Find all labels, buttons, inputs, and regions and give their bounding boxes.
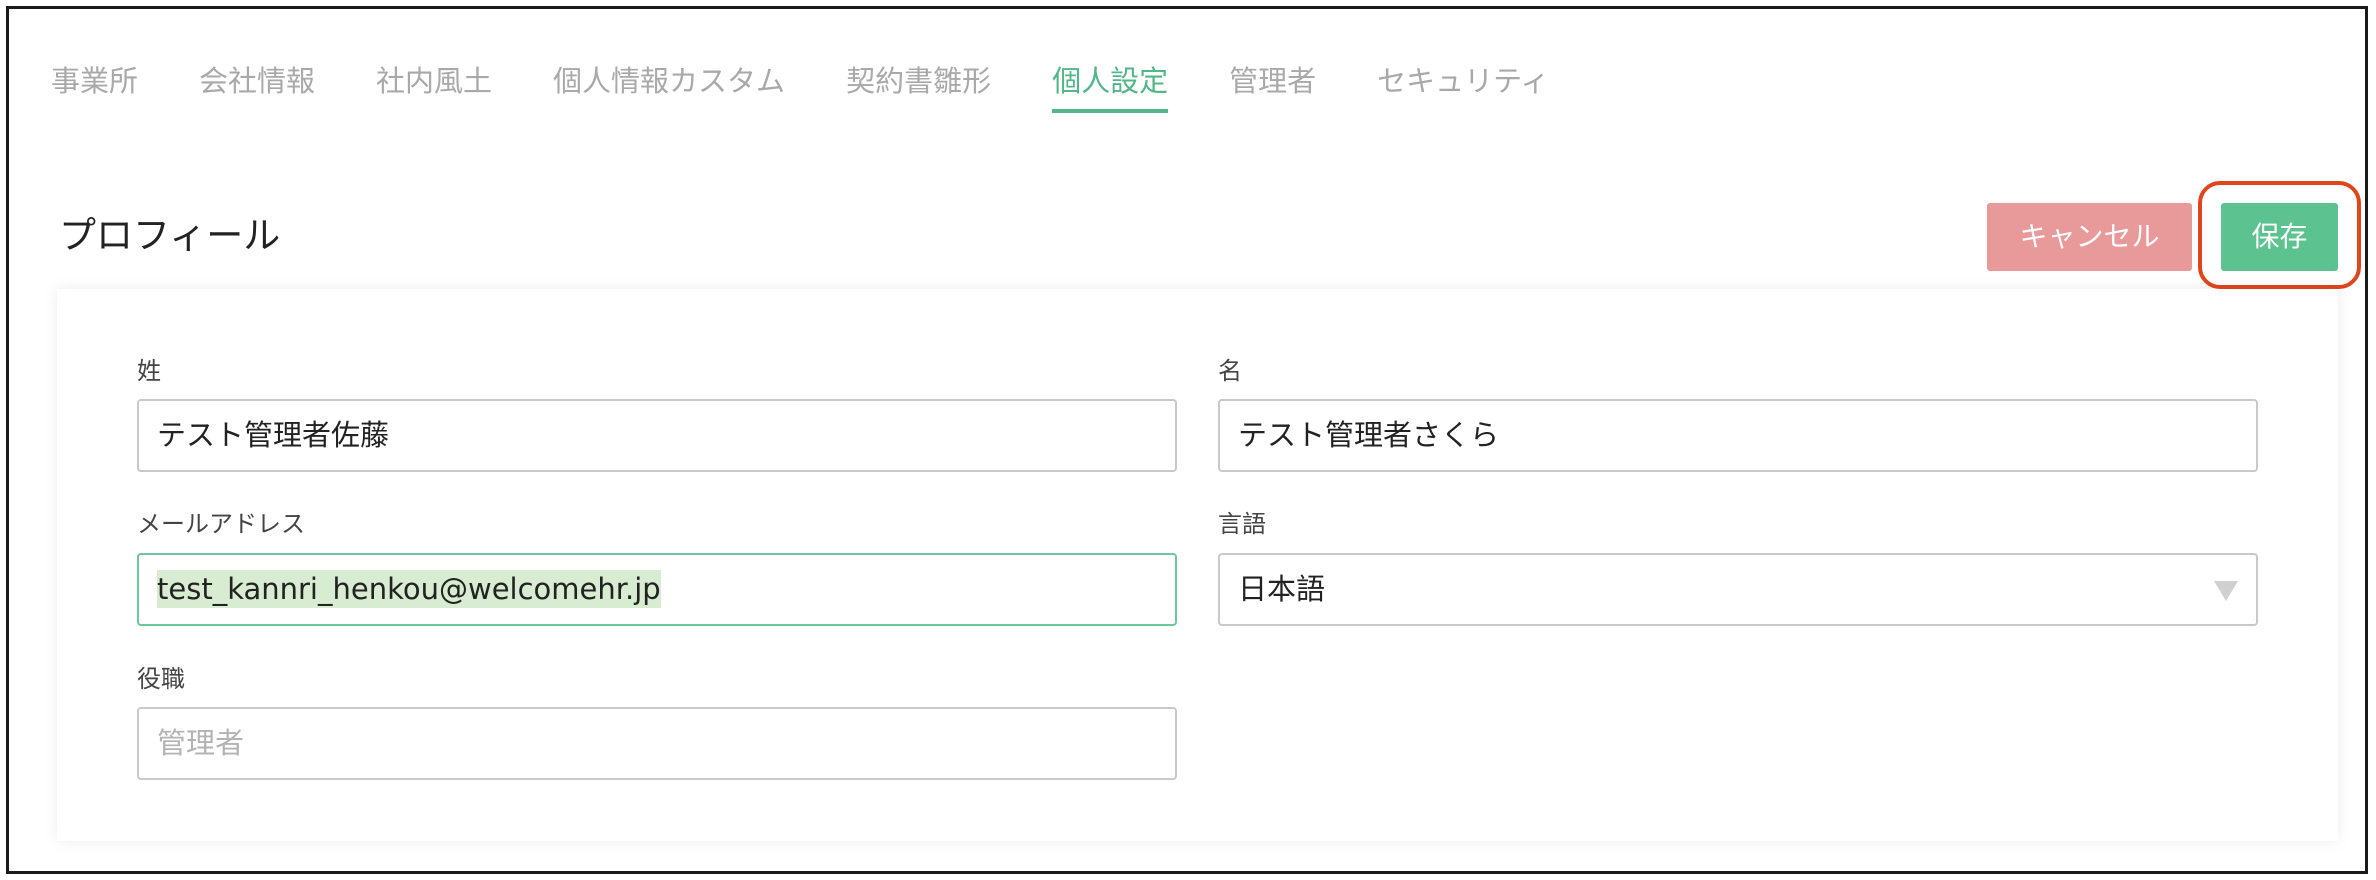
cancel-button[interactable]: キャンセル	[1987, 203, 2192, 271]
position-input[interactable]: 管理者	[137, 707, 1177, 780]
first-name-label: 名	[1218, 357, 1242, 385]
last-name-input[interactable]: テスト管理者佐藤	[137, 399, 1177, 472]
tab-office[interactable]: 事業所	[51, 59, 138, 117]
last-name-label: 姓	[137, 357, 161, 385]
language-selected-value: 日本語	[1238, 572, 1326, 606]
language-select[interactable]: 日本語	[1218, 553, 2258, 626]
language-label: 言語	[1218, 510, 1266, 538]
profile-form-card: 姓 テスト管理者佐藤 名 テスト管理者さくら メールアドレス test_kann…	[57, 289, 2338, 841]
email-selected-text: test_kannri_henkou@welcomehr.jp	[157, 570, 661, 608]
tab-security[interactable]: セキュリティ	[1377, 59, 1549, 117]
position-label: 役職	[137, 665, 185, 693]
dropdown-arrow-icon	[2214, 581, 2238, 601]
tab-company-culture[interactable]: 社内風土	[376, 59, 492, 117]
annotation-highlight-circle	[2198, 181, 2361, 289]
first-name-input[interactable]: テスト管理者さくら	[1218, 399, 2258, 472]
window-frame: 事業所 会社情報 社内風土 個人情報カスタム 契約書雛形 個人設定 管理者 セキ…	[6, 6, 2368, 874]
section-title: プロフィール	[59, 214, 281, 257]
tab-personal-info-custom[interactable]: 個人情報カスタム	[553, 59, 785, 117]
tab-company-info[interactable]: 会社情報	[199, 59, 315, 117]
email-label: メールアドレス	[137, 510, 305, 538]
tab-administrators[interactable]: 管理者	[1229, 59, 1316, 117]
email-input[interactable]: test_kannri_henkou@welcomehr.jp	[137, 553, 1177, 626]
tab-contract-template[interactable]: 契約書雛形	[846, 59, 991, 117]
tab-personal-settings[interactable]: 個人設定	[1052, 59, 1169, 117]
settings-tabs: 事業所 会社情報 社内風土 個人情報カスタム 契約書雛形 個人設定 管理者 セキ…	[51, 59, 1610, 117]
